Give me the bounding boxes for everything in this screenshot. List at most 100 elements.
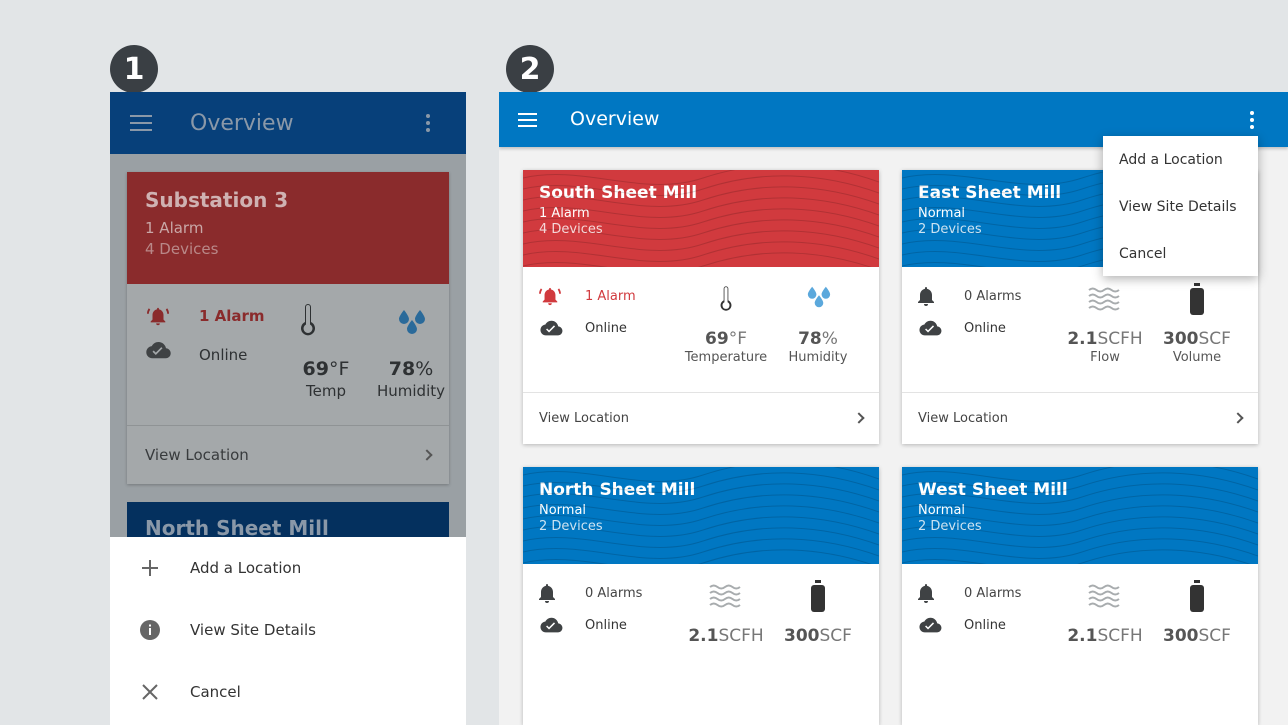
online-text: Online [964,320,1006,336]
online-text: Online [199,346,248,364]
humidity-metric: 78% Humidity [361,358,461,400]
card-devices: 4 Devices [539,222,603,237]
metric-2-label: Volume [1172,350,1222,365]
menu-icon[interactable] [130,115,152,136]
add-location-item[interactable]: Add a Location [110,537,466,599]
cloud-check-icon [919,320,942,336]
thermometer-icon [301,304,315,336]
view-location-link[interactable]: View Location [127,426,449,484]
cloud-check-icon [146,342,171,359]
more-options-icon[interactable] [1250,111,1254,132]
temp-value: 69 [302,358,329,380]
metric-2: 300SCF [768,626,868,646]
view-location-link[interactable]: View Location [902,393,1258,443]
metric-2: 300SCF [1147,626,1247,646]
metric-1-unit: °F [728,329,747,349]
alarm-bell-icon [147,307,169,326]
chevron-right-icon [853,412,865,424]
bell-icon [918,584,934,603]
view-site-details-label: View Site Details [190,621,316,639]
humidity-label: Humidity [376,382,445,400]
card-header: Substation 3 1 Alarm 4 Devices [127,172,449,284]
more-options-icon[interactable] [426,114,430,135]
card-header: West Sheet Mill Normal 2 Devices [902,467,1258,564]
metric-2-value: 300 [784,626,820,646]
chevron-right-icon [1232,412,1244,424]
location-card[interactable]: West Sheet Mill Normal 2 Devices 0 Alarms On… [902,467,1258,725]
humidity-unit: % [415,358,434,380]
alarm-text: 1 Alarm [585,288,636,304]
metric-2-unit: SCF [1198,626,1231,646]
metric-1: 69°F Temperature [676,329,776,365]
metric-2-value: 300 [1163,626,1199,646]
metric-2-value: 78 [798,329,822,349]
alarm-text: 0 Alarms [964,288,1022,304]
alarm-text: 1 Alarm [199,307,265,325]
alarm-text: 0 Alarms [964,585,1022,601]
plus-icon [110,559,190,577]
card-header: North Sheet Mill Normal 2 Devices [523,467,879,564]
flow-waves-icon [709,584,741,608]
view-location-label: View Location [918,410,1008,426]
humidity-value: 78 [388,358,416,380]
card-devices: 2 Devices [539,519,603,534]
metric-1-label: Temperature [684,350,768,365]
add-location-label: Add a Location [190,559,302,577]
topography-pattern [523,467,879,564]
location-card[interactable]: North Sheet Mill Normal 2 Devices 0 Alarms O… [523,467,879,725]
card-header: South Sheet Mill 1 Alarm 4 Devices [523,170,879,267]
metric-2-unit: SCF [1198,329,1231,349]
metric-1-unit: SCFH [718,626,764,646]
cancel-item[interactable]: Cancel [1103,230,1258,277]
step-badge-1: 1 [110,45,158,93]
card-status: 1 Alarm [145,219,204,237]
metric-1-value: 2.1 [1067,626,1098,646]
bottom-sheet-menu: Add a Location View Site Details Cancel [110,537,466,725]
page-title: Overview [570,108,660,130]
overflow-menu: Add a Location View Site Details Cancel [1103,136,1258,276]
app-bar: Overview [110,92,466,154]
cloud-check-icon [540,320,563,336]
card-devices: 2 Devices [918,519,982,534]
metric-2: 300SCF Volume [1147,329,1247,365]
metric-2-unit: % [821,329,838,349]
flow-waves-icon [1088,287,1120,311]
step-badge-2: 2 [506,45,554,93]
metric-1-value: 2.1 [1067,329,1098,349]
bell-icon [539,584,555,603]
cloud-check-icon [919,617,942,633]
view-location-label: View Location [145,446,249,464]
metric-2: 78% Humidity [768,329,868,365]
thermometer-icon [720,286,732,311]
metric-1-unit: SCFH [1097,329,1143,349]
add-location-item[interactable]: Add a Location [1103,136,1258,183]
alarm-bell-icon [539,287,561,306]
flow-waves-icon [1088,584,1120,608]
gas-tank-icon [1190,283,1204,315]
temp-unit: °F [329,358,350,380]
close-icon [110,684,190,700]
card-body: 0 Alarms Online 2.1SCFH 300SCF [902,564,1258,690]
metric-1: 2.1SCFH [1055,626,1155,646]
card-body: 1 Alarm Online 69°F Temperature 78% Humidity [523,267,879,393]
menu-icon[interactable] [518,113,537,131]
location-card[interactable]: Substation 3 1 Alarm 4 Devices 1 Alarm O… [127,172,449,484]
metric-1-value: 69 [705,329,729,349]
card-title: Substation 3 [145,188,289,212]
view-location-link[interactable]: View Location [523,393,879,443]
view-location-label: View Location [539,410,629,426]
location-card[interactable]: South Sheet Mill 1 Alarm 4 Devices 1 Alarm O… [523,170,879,444]
online-text: Online [964,617,1006,633]
view-site-details-item[interactable]: View Site Details [110,599,466,661]
card-body: 0 Alarms Online 2.1SCFH 300SCF [523,564,879,690]
online-text: Online [585,617,627,633]
alarm-text: 0 Alarms [585,585,643,601]
humidity-drops-icon [399,310,425,334]
cancel-item[interactable]: Cancel [110,661,466,723]
view-site-details-item[interactable]: View Site Details [1103,183,1258,230]
bell-icon [918,287,934,306]
phone-screen: Overview Substation 3 1 Alarm 4 Devices … [110,92,466,725]
page-title: Overview [190,111,294,136]
chevron-right-icon [421,449,433,461]
topography-pattern [902,467,1258,564]
